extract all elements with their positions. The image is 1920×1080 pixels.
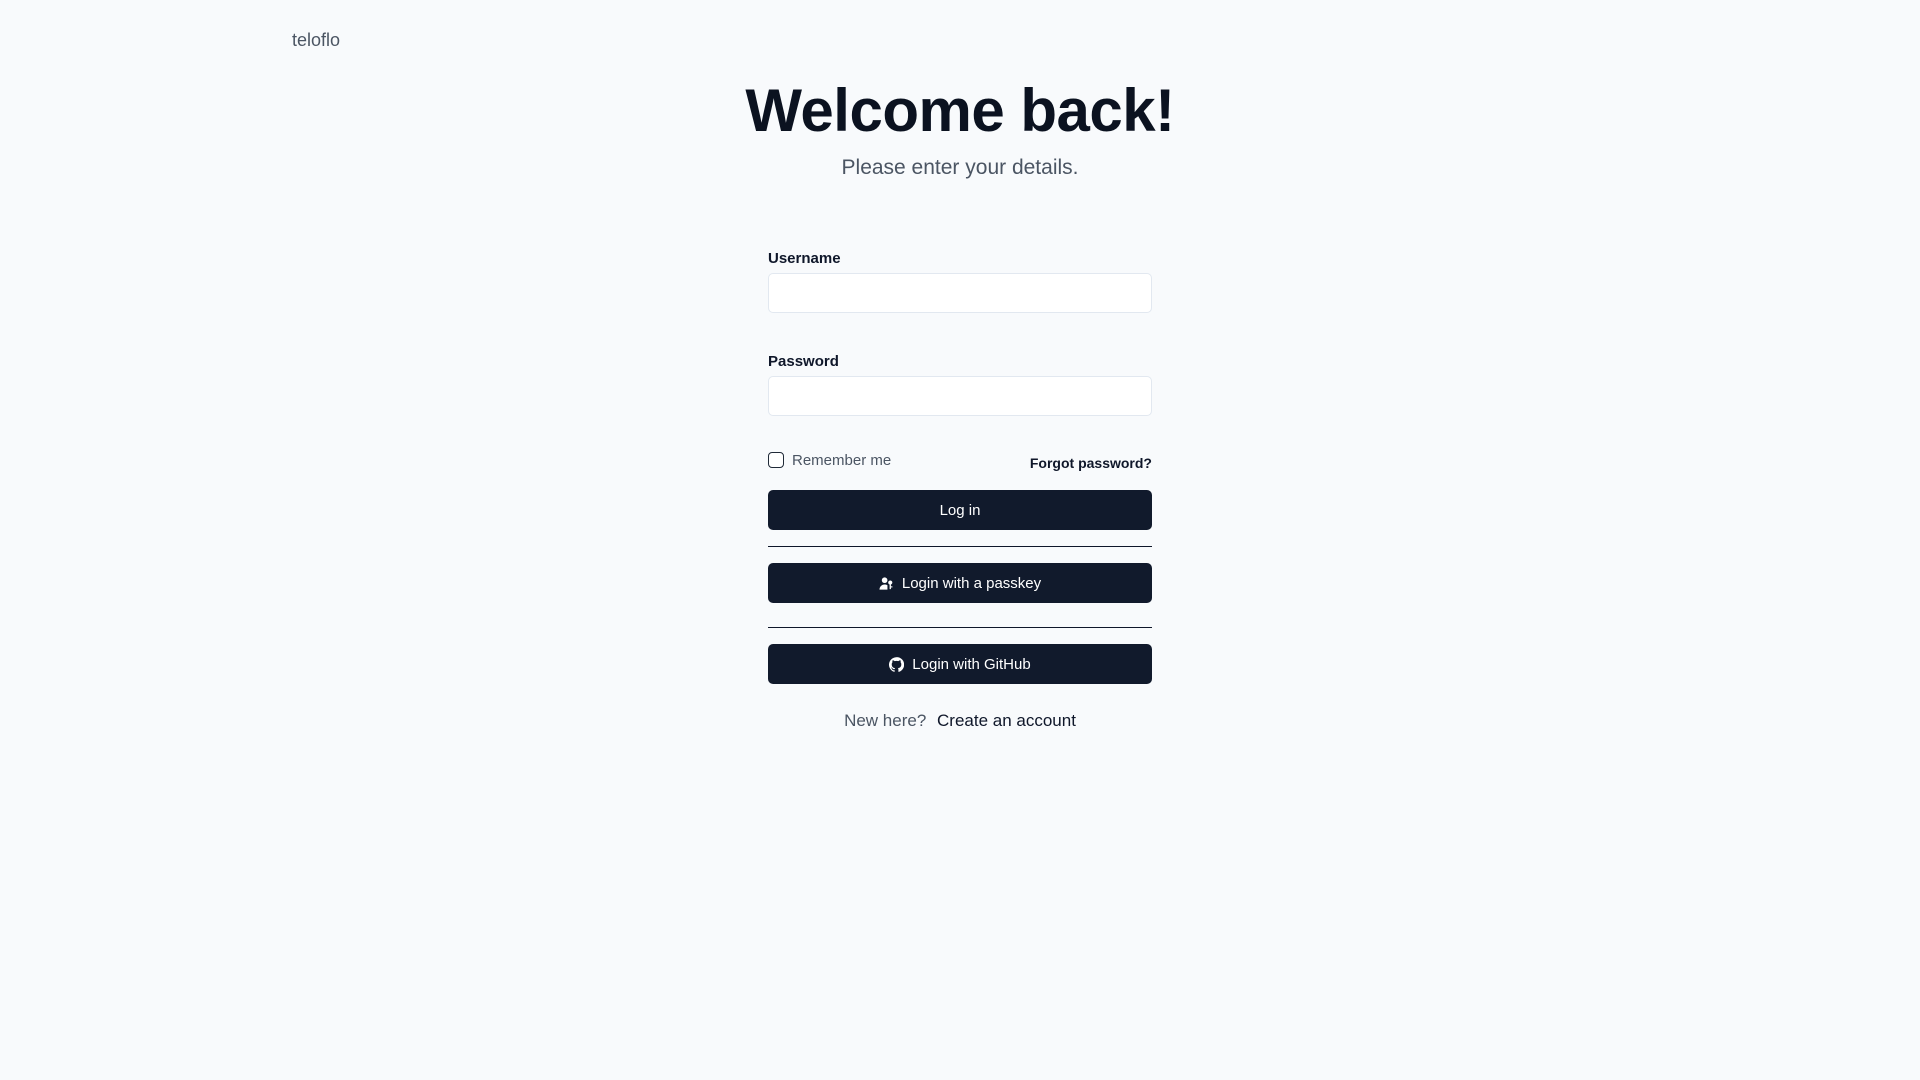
login-button[interactable]: Log in (768, 490, 1152, 530)
divider (768, 627, 1152, 628)
github-button-label: Login with GitHub (912, 655, 1031, 673)
signup-prompt-text: New here? (844, 711, 927, 730)
remember-me[interactable]: Remember me (768, 452, 891, 469)
page-header: Welcome back! Please enter your details. (0, 74, 1920, 180)
forgot-password-link[interactable]: Forgot password? (1030, 449, 1152, 471)
login-form: Username Password Remember me Forgot pas… (768, 250, 1152, 731)
signup-prompt: New here? Create an account (768, 711, 1152, 731)
page-subtitle: Please enter your details. (841, 156, 1079, 179)
remember-me-label: Remember me (792, 451, 892, 469)
options-row: Remember me Forgot password? (768, 448, 1152, 472)
passkey-login-button[interactable]: Login with a passkey (768, 563, 1152, 603)
remember-me-checkbox[interactable] (768, 452, 784, 468)
password-input[interactable] (768, 376, 1152, 416)
passkey-button-label: Login with a passkey (901, 574, 1042, 592)
page-title: Welcome back! (745, 77, 1175, 144)
login-button-label: Log in (939, 501, 981, 519)
username-label: Username (768, 250, 841, 267)
username-input[interactable] (768, 273, 1152, 313)
divider (768, 546, 1152, 547)
brand-logo[interactable]: teloflo (292, 30, 340, 51)
github-login-button[interactable]: Login with GitHub (768, 644, 1152, 684)
user-key-icon (879, 576, 894, 591)
github-icon (889, 656, 905, 672)
password-label: Password (768, 353, 839, 370)
create-account-link[interactable]: Create an account (937, 711, 1076, 730)
